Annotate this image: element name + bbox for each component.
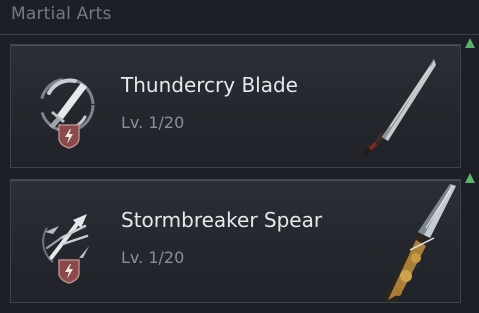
upgrade-arrow-icon <box>465 38 475 48</box>
skill-name: Stormbreaker Spear <box>121 208 323 232</box>
skill-level: Lv. 1/20 <box>121 113 185 132</box>
skill-level: Lv. 1/20 <box>121 248 185 267</box>
section-title: Martial Arts <box>11 4 112 24</box>
section-header: Martial Arts <box>0 0 479 36</box>
skill-card-stormbreaker-spear[interactable]: Stormbreaker Spear Lv. 1/20 <box>10 179 461 303</box>
element-badge-icon <box>58 124 80 149</box>
skill-card-thundercry-blade[interactable]: Thundercry Blade Lv. 1/20 <box>10 44 461 168</box>
sword-image <box>363 59 436 156</box>
upgrade-arrow-icon <box>465 173 475 183</box>
header-divider <box>0 34 479 35</box>
spear-image <box>381 184 456 302</box>
element-badge-icon <box>58 259 80 284</box>
skill-name: Thundercry Blade <box>121 73 298 97</box>
